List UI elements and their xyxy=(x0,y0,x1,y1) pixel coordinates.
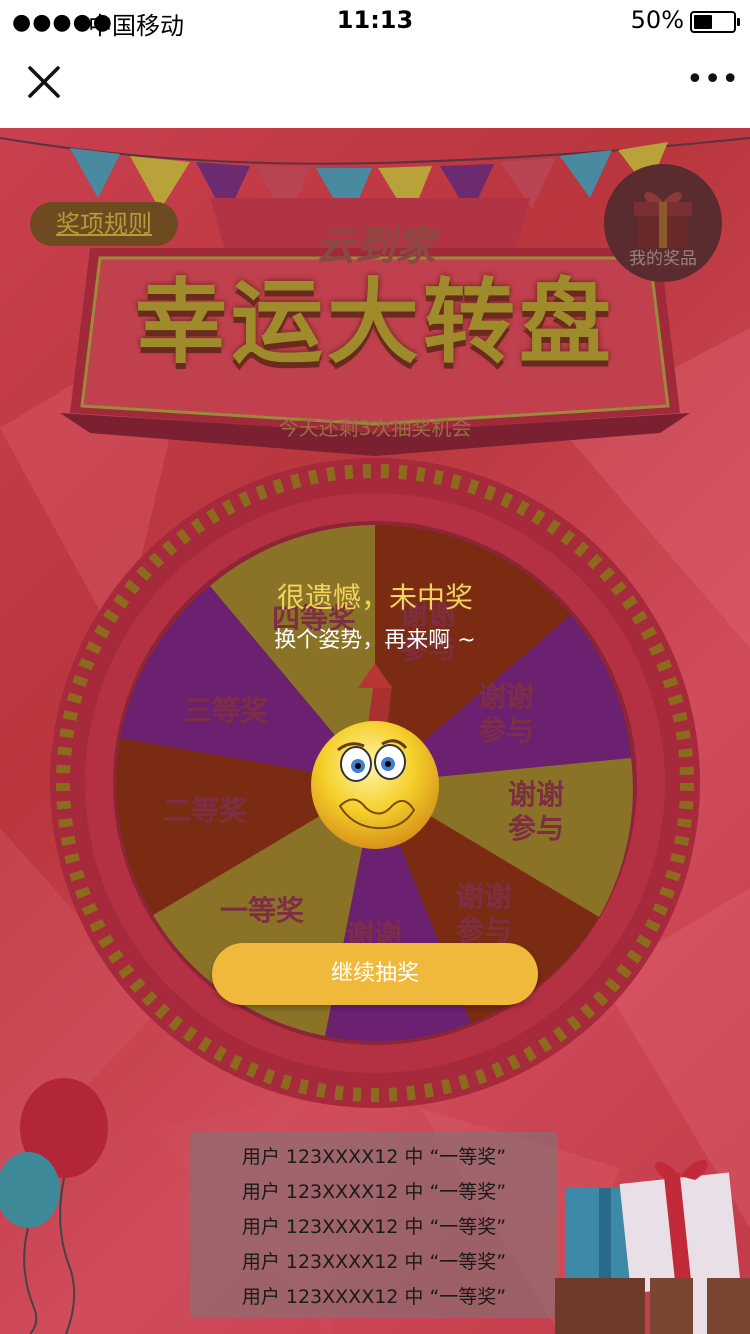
more-options-button[interactable]: ••• xyxy=(686,65,739,98)
wheel-label-thanks-2: 谢谢 参与 xyxy=(478,680,534,748)
remaining-chances: 今天还剩3次抽奖机会 xyxy=(278,416,472,440)
wheel-label-text: 谢谢 xyxy=(478,680,535,713)
gift-boxes-decoration xyxy=(555,1159,750,1334)
worried-face-icon xyxy=(311,721,439,849)
balloons-decoration xyxy=(0,1078,108,1334)
winners-list: 用户 123XXXX12 中 “一等奖” 用户 123XXXX12 中 “一等奖… xyxy=(190,1132,558,1318)
wheel-label-thanks-4: 谢谢 参与 xyxy=(456,880,512,948)
winner-row: 用户 123XXXX12 中 “一等奖” xyxy=(241,1286,507,1308)
result-subtitle: 换个姿势，再来啊 ~ xyxy=(274,628,476,653)
winner-row: 用户 123XXXX12 中 “一等奖” xyxy=(241,1146,507,1168)
winner-row: 用户 123XXXX12 中 “一等奖” xyxy=(241,1251,507,1273)
continue-draw-button[interactable]: 继续抽奖 xyxy=(212,943,538,1005)
battery-percent: 50% xyxy=(630,6,684,34)
page-title: 幸运大转盘 xyxy=(134,269,615,376)
close-icon xyxy=(28,66,60,98)
nav-bar: ••• xyxy=(0,40,750,128)
winner-row: 用户 123XXXX12 中 “一等奖” xyxy=(241,1216,507,1238)
status-bar: ●●●●● 中国移动 11:13 50% xyxy=(0,0,750,40)
close-button[interactable] xyxy=(24,62,68,106)
wheel-label-text: 参与 xyxy=(508,812,565,845)
wheel-label-third: 三等奖 xyxy=(184,694,269,727)
lottery-page: 奖项规则 我的奖品 云到家 幸运大转盘 今天还剩3次抽奖机会 四等奖 谢谢 参与… xyxy=(0,128,750,1334)
wheel-label-text: 参与 xyxy=(478,714,535,747)
wheel-label-text: 谢谢 xyxy=(508,778,565,811)
wheel-label-text: 谢谢 xyxy=(456,880,513,913)
wheel-label-second: 二等奖 xyxy=(163,794,248,827)
winner-row: 用户 123XXXX12 中 “一等奖” xyxy=(241,1181,507,1203)
result-title: 很遗憾，未中奖 xyxy=(276,581,473,614)
wheel-label-first: 一等奖 xyxy=(220,894,305,927)
battery-icon xyxy=(690,11,740,33)
wheel-label-thanks-3: 谢谢 参与 xyxy=(508,778,564,846)
